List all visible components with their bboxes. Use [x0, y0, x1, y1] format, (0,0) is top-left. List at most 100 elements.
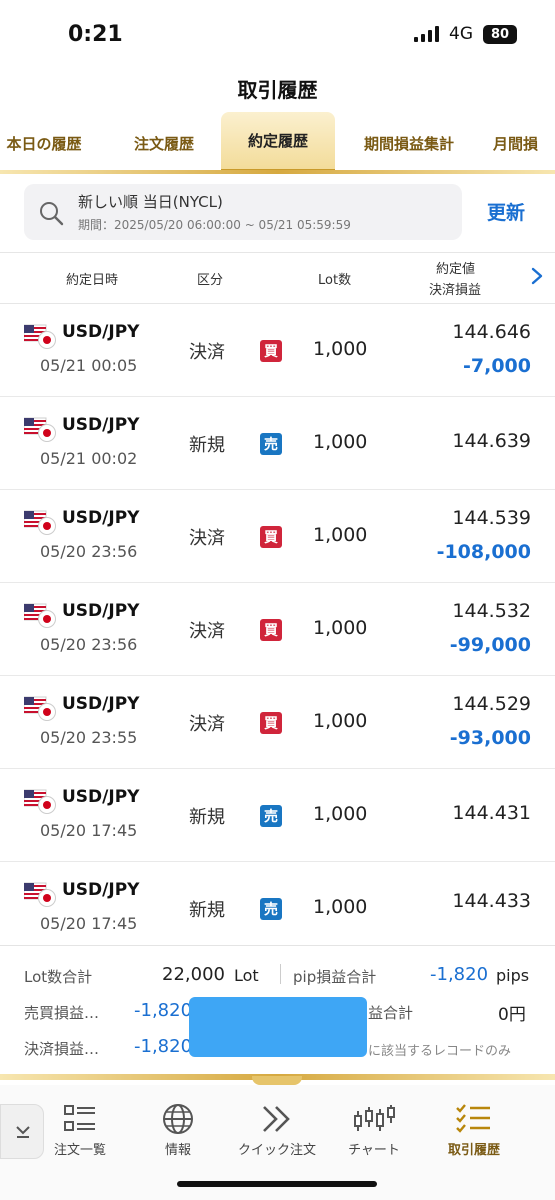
- sell-badge: 売: [260, 433, 282, 455]
- execution-price: 144.639: [452, 430, 531, 452]
- record-note: に該当するレコードのみ: [368, 1044, 512, 1059]
- order-type: 新規: [189, 900, 225, 921]
- currency-pair: USD/JPY: [62, 415, 140, 435]
- page-title: 取引履歴: [237, 78, 318, 102]
- lot-amount: 1,000: [313, 524, 368, 546]
- tab-period-pl[interactable]: 期間損益集計: [350, 112, 468, 174]
- execution-datetime: 05/20 23:56: [40, 635, 138, 654]
- trade-pl-value: -1,820: [134, 1000, 193, 1021]
- lot-amount: 1,000: [313, 617, 368, 639]
- redaction-overlay: [189, 997, 367, 1057]
- header-price: 約定値: [436, 262, 476, 277]
- currency-pair: USD/JPY: [62, 694, 140, 714]
- order-type: 決済: [189, 621, 225, 642]
- settle-pl-value: -1,820: [134, 1036, 193, 1057]
- table-row[interactable]: USD/JPY 05/20 23:55 決済 買 1,000 144.529 -…: [0, 676, 555, 769]
- chevron-right-icon[interactable]: [530, 266, 544, 286]
- network-type: 4G: [449, 24, 473, 44]
- usd-jpy-flag-icon: [24, 789, 56, 814]
- tabs-underline: [0, 170, 555, 174]
- filter-box[interactable]: 新しい順 当日(NYCL) 期間：2025/05/20 06:00:00 ~ 0…: [24, 184, 462, 240]
- execution-datetime: 05/21 00:02: [40, 449, 138, 468]
- lot-total-label: Lot数合計: [24, 968, 93, 986]
- nav-quick-order[interactable]: クイック注文: [227, 1103, 327, 1158]
- usd-jpy-flag-icon: [24, 696, 56, 721]
- table-header: 約定日時 区分 Lot数 約定値 決済損益: [0, 252, 555, 304]
- nav-handle[interactable]: [252, 1076, 302, 1085]
- nav-quick-order-label: クイック注文: [237, 1143, 316, 1158]
- sell-badge: 売: [260, 898, 282, 920]
- nav-chart-label: チャート: [348, 1143, 400, 1158]
- order-type: 新規: [189, 807, 225, 828]
- execution-price: 144.539: [452, 507, 531, 529]
- nav-chart[interactable]: チャート: [324, 1103, 424, 1158]
- tab-today-history[interactable]: 本日の履歴: [0, 112, 94, 174]
- header-pl: 決済損益: [429, 283, 482, 298]
- lot-unit: Lot: [234, 966, 259, 985]
- table-row[interactable]: USD/JPY 05/20 23:56 決済 買 1,000 144.532 -…: [0, 583, 555, 676]
- tab-monthly-pl[interactable]: 月間損: [493, 112, 555, 174]
- lot-amount: 1,000: [313, 710, 368, 732]
- table-row[interactable]: USD/JPY 05/20 17:45 新規 売 1,000 144.433: [0, 862, 555, 948]
- table-row[interactable]: USD/JPY 05/20 17:45 新規 売 1,000 144.431: [0, 769, 555, 862]
- nav-order-list[interactable]: 注文一覧: [30, 1103, 130, 1158]
- usd-jpy-flag-icon: [24, 603, 56, 628]
- summary-divider: [280, 964, 281, 984]
- tab-execution-history[interactable]: 約定履歴: [221, 112, 335, 174]
- order-type: 決済: [189, 528, 225, 549]
- order-type: 決済: [189, 714, 225, 735]
- execution-price: 144.532: [452, 600, 531, 622]
- execution-price: 144.433: [452, 890, 531, 912]
- refresh-button[interactable]: 更新: [487, 198, 525, 225]
- table-row[interactable]: USD/JPY 05/21 00:05 決済 買 1,000 144.646 -…: [0, 304, 555, 397]
- settlement-pl: -108,000: [436, 541, 531, 563]
- usd-jpy-flag-icon: [24, 324, 56, 349]
- pip-total-value: -1,820: [430, 964, 489, 985]
- tab-order-history[interactable]: 注文履歴: [114, 112, 214, 174]
- status-bar: 0:21 4G 80: [0, 0, 555, 70]
- tab-bar: 本日の履歴 注文履歴 約定履歴 期間損益集計 月間損: [0, 112, 555, 174]
- lot-amount: 1,000: [313, 431, 368, 453]
- status-time: 0:21: [68, 22, 123, 47]
- globe-icon: [163, 1104, 193, 1134]
- nav-info-label: 情報: [164, 1143, 191, 1158]
- nav-order-list-label: 注文一覧: [53, 1143, 106, 1158]
- execution-datetime: 05/20 23:55: [40, 728, 138, 747]
- settlement-pl: -7,000: [463, 355, 531, 377]
- history-checklist-icon: [456, 1104, 490, 1133]
- nav-info[interactable]: 情報: [128, 1103, 228, 1158]
- header-datetime: 約定日時: [66, 273, 119, 288]
- collapse-tab[interactable]: [0, 1104, 44, 1159]
- table-row[interactable]: USD/JPY 05/20 23:56 決済 買 1,000 144.539 -…: [0, 490, 555, 583]
- order-type: 新規: [189, 435, 225, 456]
- execution-price: 144.646: [452, 321, 531, 343]
- buy-badge: 買: [260, 526, 282, 548]
- buy-badge: 買: [260, 619, 282, 641]
- double-chevron-icon: [263, 1106, 290, 1132]
- header-type: 区分: [197, 273, 224, 288]
- currency-pair: USD/JPY: [62, 322, 140, 342]
- signal-icon: [414, 26, 439, 42]
- filter-summary: 新しい順 当日(NYCL): [78, 193, 223, 211]
- lot-amount: 1,000: [313, 896, 368, 918]
- order-list-icon: [64, 1105, 95, 1131]
- sell-badge: 売: [260, 805, 282, 827]
- usd-jpy-flag-icon: [24, 510, 56, 535]
- collapse-down-icon: [16, 1126, 30, 1138]
- currency-pair: USD/JPY: [62, 787, 140, 807]
- execution-datetime: 05/20 17:45: [40, 914, 138, 933]
- nav-trade-history[interactable]: 取引履歴: [424, 1103, 524, 1158]
- filter-period: 期間：2025/05/20 06:00:00 ~ 05/21 05:59:59: [78, 218, 351, 232]
- execution-datetime: 05/20 17:45: [40, 821, 138, 840]
- buy-badge: 買: [260, 712, 282, 734]
- execution-datetime: 05/21 00:05: [40, 356, 138, 375]
- pip-unit: pips: [496, 966, 530, 985]
- battery-icon: 80: [483, 24, 517, 44]
- settlement-pl: -93,000: [449, 727, 531, 749]
- table-row[interactable]: USD/JPY 05/21 00:02 新規 売 1,000 144.639: [0, 397, 555, 490]
- execution-price: 144.431: [452, 802, 531, 824]
- currency-pair: USD/JPY: [62, 880, 140, 900]
- currency-pair: USD/JPY: [62, 601, 140, 621]
- order-type: 決済: [189, 342, 225, 363]
- home-indicator: [177, 1181, 377, 1187]
